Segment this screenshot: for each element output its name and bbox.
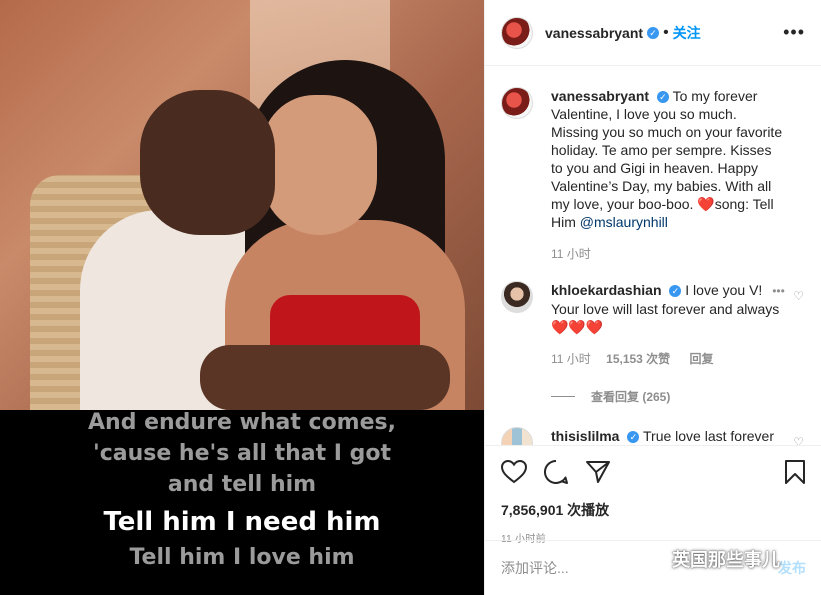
verified-icon: ✓ (669, 285, 682, 298)
post-username[interactable]: vanessabryant (545, 25, 643, 41)
post-header: vanessabryant ✓ • 关注 ••• (485, 0, 821, 66)
reply-button[interactable]: 回复 (690, 352, 714, 366)
comment-text-continued: Your love will last forever and always ❤… (551, 301, 780, 335)
comment-icon[interactable] (543, 459, 569, 485)
lyric-line: 'cause he's all that I got (92, 441, 392, 466)
lyric-line: Tell him I love him (129, 545, 355, 570)
comment-text: I love you V! (685, 282, 763, 298)
action-bar: 7,856,901 次播放 11 小时前 (485, 445, 821, 545)
avatar[interactable] (501, 16, 533, 49)
verified-icon: ✓ (627, 431, 640, 444)
replies-divider (551, 396, 575, 397)
view-replies-button[interactable]: 查看回复 (265) (551, 388, 806, 405)
caption: vanessabryant ✓ To my forever Valentine,… (501, 87, 806, 263)
separator-dot: • (663, 23, 669, 41)
photo-arm (200, 345, 450, 410)
more-options-icon[interactable]: ••• (783, 22, 805, 43)
caption-meta: 11 小时 (551, 245, 786, 263)
post-media[interactable]: And endure what comes, 'cause he's all t… (0, 0, 484, 595)
comment-time[interactable]: 11 小时 (551, 352, 591, 366)
comment-likes[interactable]: 15,153 次赞 (606, 352, 670, 366)
lyric-line-current: Tell him I need him (103, 507, 381, 537)
like-comment-heart-icon[interactable]: ♡ (793, 289, 804, 303)
lyrics-overlay: And endure what comes, 'cause he's all t… (0, 410, 484, 595)
comment-username[interactable]: thisislilma (551, 428, 619, 444)
caption-username[interactable]: vanessabryant (551, 88, 649, 104)
photo-man-head (140, 90, 275, 235)
comments-list[interactable]: vanessabryant ✓ To my forever Valentine,… (485, 67, 821, 445)
comment-input[interactable]: 添加评论... (501, 558, 569, 578)
photo-woman-face (262, 95, 377, 235)
wechat-icon (640, 548, 666, 569)
post-side-panel: vanessabryant ✓ • 关注 ••• vanessabryant ✓… (484, 0, 821, 595)
comment: thisislilma ✓ True love last forever🖤 ♡ (501, 427, 806, 445)
post-photo (0, 0, 484, 410)
post-comment-button[interactable]: 发布 (778, 558, 806, 578)
bookmark-icon[interactable] (784, 459, 806, 485)
lyric-line: and tell him (167, 472, 317, 497)
caption-time[interactable]: 11 小时 (551, 247, 591, 261)
watermark: 英国那些事儿 (640, 546, 780, 572)
avatar[interactable] (501, 87, 533, 119)
avatar[interactable] (501, 281, 533, 313)
watermark-text: 英国那些事儿 (672, 550, 780, 570)
follow-button[interactable]: 关注 (673, 23, 701, 43)
like-heart-icon[interactable] (501, 460, 527, 484)
comment-username[interactable]: khloekardashian (551, 282, 662, 298)
share-icon[interactable] (585, 460, 611, 484)
view-count[interactable]: 7,856,901 次播放 (501, 500, 806, 520)
comment: khloekardashian ✓ I love you V! ••• Your… (501, 281, 806, 368)
view-replies-label: 查看回复 (265) (591, 390, 671, 404)
like-comment-heart-icon[interactable]: ♡ (793, 435, 804, 445)
comment-meta: 11 小时 15,153 次赞 回复 (551, 350, 786, 368)
avatar[interactable] (501, 427, 533, 445)
mention-link[interactable]: @mslaurynhill (580, 214, 668, 230)
action-icons (501, 458, 806, 486)
lyric-line: And endure what comes, (88, 410, 396, 435)
comment-options-icon[interactable]: ••• (772, 284, 785, 298)
caption-text: To my forever Valentine, I love you so m… (551, 88, 783, 230)
verified-icon: ✓ (656, 91, 669, 104)
verified-icon: ✓ (647, 26, 660, 39)
